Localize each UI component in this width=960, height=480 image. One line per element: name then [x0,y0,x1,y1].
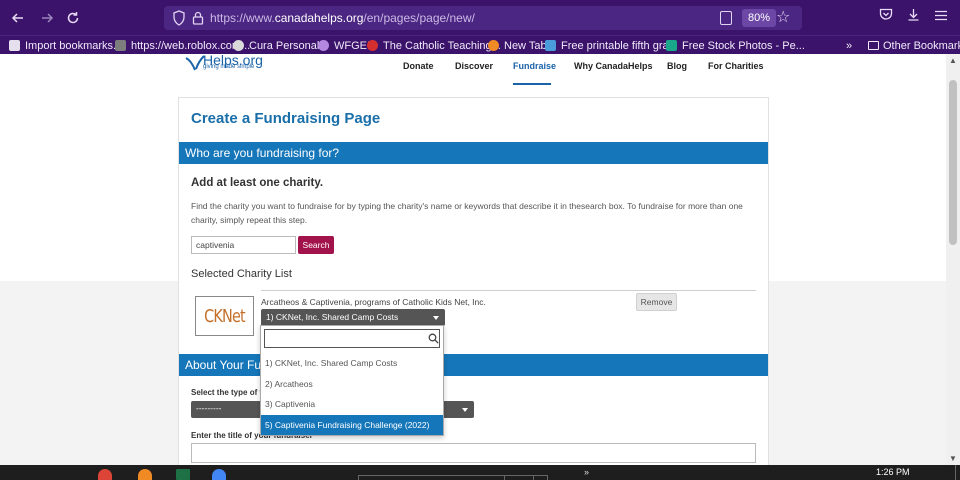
nav-active-underline [513,83,551,85]
downloads-icon[interactable] [907,8,920,24]
bookmark-new-tab[interactable]: New Tab [488,38,547,53]
bookmark-roblox[interactable]: https://web.roblox.com... [115,38,250,53]
url-bar[interactable]: https://www.canadahelps.org/en/pages/pag… [164,6,802,30]
bookmark-import[interactable]: Import bookmarks... [9,38,122,53]
arrow-right-icon [42,13,54,23]
download-arrow-shape [908,9,919,21]
arrow-left-icon [11,13,23,23]
charity-logo-text: CKNet [204,305,246,327]
logo-tagline: giving made simple [203,64,255,70]
bookmark-label: Free Stock Photos - Pe... [682,39,805,52]
search-icon [428,333,439,344]
page-title: Create a Fundraising Page [191,110,381,127]
caret-down-icon [433,316,439,320]
charity-fund-selected-value: 1) CKNet, Inc. Shared Camp Costs [266,312,399,322]
search-button[interactable]: Search [298,236,334,254]
reader-view-icon[interactable] [720,11,732,25]
bookmark-label: New Tab [504,39,547,52]
charity-name: Arcatheos & Captivenia, programs of Cath… [261,297,486,307]
os-taskbar: » 1:26 PM [0,465,960,480]
bookmark-other-bookmarks[interactable]: Other Bookmarks [868,38,960,53]
bookmarks-bar: Import bookmarks... https://web.roblox.c… [0,35,960,54]
menu-icon[interactable] [935,8,947,24]
folder-icon [868,41,879,50]
charity-list-divider [261,290,756,291]
taskbar-task-view[interactable] [504,475,534,480]
chrome-taskbar-icon[interactable] [98,469,112,480]
url-text[interactable]: https://www.canadahelps.org/en/pages/pag… [210,11,475,25]
shield-icon[interactable] [172,10,186,26]
bookmark-wfgei[interactable]: WFGEI [318,38,370,53]
browser-toolbar: https://www.canadahelps.org/en/pages/pag… [0,0,960,35]
bookmark-label: Free printable fifth gra... [561,39,678,52]
firefox-taskbar-icon[interactable] [138,469,152,480]
bookmark-label: Cura Personalis [249,39,328,52]
nav-donate[interactable]: Donate [403,61,434,71]
nav-fundraise[interactable]: Fundraise [513,61,556,71]
lock-icon[interactable] [192,10,204,26]
nav-why-canadahelps[interactable]: Why CanadaHelps [574,61,653,71]
dropdown-search-input[interactable] [264,329,440,348]
web-page: Helps.org giving made simple Donate Disc… [0,54,946,465]
excel-taskbar-icon[interactable] [176,469,190,480]
scroll-down-arrow-icon[interactable]: ▼ [949,454,957,463]
bookmark-label: Import bookmarks... [25,39,123,52]
pocket-shape [879,8,893,20]
show-desktop-edge[interactable] [955,465,956,480]
instructions-text: Find the charity you want to fundraise f… [191,201,743,225]
url-prefix: https://www. [210,11,275,25]
charity-search-input[interactable] [191,236,296,254]
taskbar-clock[interactable]: 1:26 PM [876,467,910,477]
scrollbar-thumb[interactable] [949,80,957,245]
hamburger-shape [935,10,947,21]
bookmark-free-printable[interactable]: Free printable fifth gra... [545,38,678,53]
reload-icon [67,12,79,24]
bookmarks-overflow-chevron[interactable]: » [846,38,852,53]
bookmark-star-icon[interactable]: ☆ [776,7,790,27]
firefox-icon [488,40,499,51]
bookmark-label: Other Bookmarks [883,39,960,52]
bookmark-free-stock-photos[interactable]: Free Stock Photos - Pe... [666,38,805,53]
chrome-profile-taskbar-icon[interactable] [212,469,226,480]
scroll-up-arrow-icon[interactable]: ▲ [949,56,957,65]
caret-down-icon [462,408,468,412]
charity-logo: CKNet [195,296,254,336]
taskbar-overflow-chevron[interactable]: » [584,467,589,477]
pexels-icon [666,40,677,51]
section-header-fundraising-for: Who are you fundraising for? [179,142,768,164]
url-domain: canadahelps.org [274,11,364,25]
dropdown-option-highlighted[interactable]: 5) Captivenia Fundraising Challenge (202… [261,415,443,435]
reload-button[interactable] [62,7,84,29]
forward-button[interactable] [36,7,58,29]
page-scrollbar[interactable]: ▲ ▼ [946,54,960,465]
bookmark-label: WFGEI [334,39,371,52]
roblox-icon [115,40,126,51]
pocket-icon[interactable] [879,8,893,24]
site-icon [367,40,378,51]
zoom-level-badge[interactable]: 80% [742,9,777,27]
fundraiser-title-input[interactable] [191,443,756,463]
globe-icon [318,40,329,51]
url-path: /en/pages/page/new/ [363,11,475,25]
bookmark-catholic-teaching[interactable]: The Catholic Teaching... [367,38,501,53]
bookmark-label: The Catholic Teaching... [383,39,501,52]
back-button[interactable] [7,7,29,29]
dropdown-option[interactable]: 3) Captivenia [261,394,443,414]
charity-fund-dropdown: 1) CKNet, Inc. Shared Camp Costs 2) Arca… [260,325,444,436]
nav-blog[interactable]: Blog [667,61,687,71]
import-icon [9,40,20,51]
chevron-right-icon: » [846,39,853,52]
dropdown-option[interactable]: 2) Arcatheos [261,374,443,394]
fundraiser-type-value: --------- [196,403,222,413]
selected-charity-heading: Selected Charity List [191,268,292,280]
dropdown-option[interactable]: 1) CKNet, Inc. Shared Camp Costs [261,353,443,373]
add-charity-heading: Add at least one charity. [191,177,324,189]
site-icon [545,40,556,51]
charity-fund-select[interactable]: 1) CKNet, Inc. Shared Camp Costs [261,309,445,326]
nav-discover[interactable]: Discover [455,61,493,71]
remove-charity-button[interactable]: Remove [636,293,677,311]
bookmark-cura-personalis[interactable]: Cura Personalis [233,38,327,53]
nav-for-charities[interactable]: For Charities [708,61,764,71]
globe-icon [233,40,244,51]
